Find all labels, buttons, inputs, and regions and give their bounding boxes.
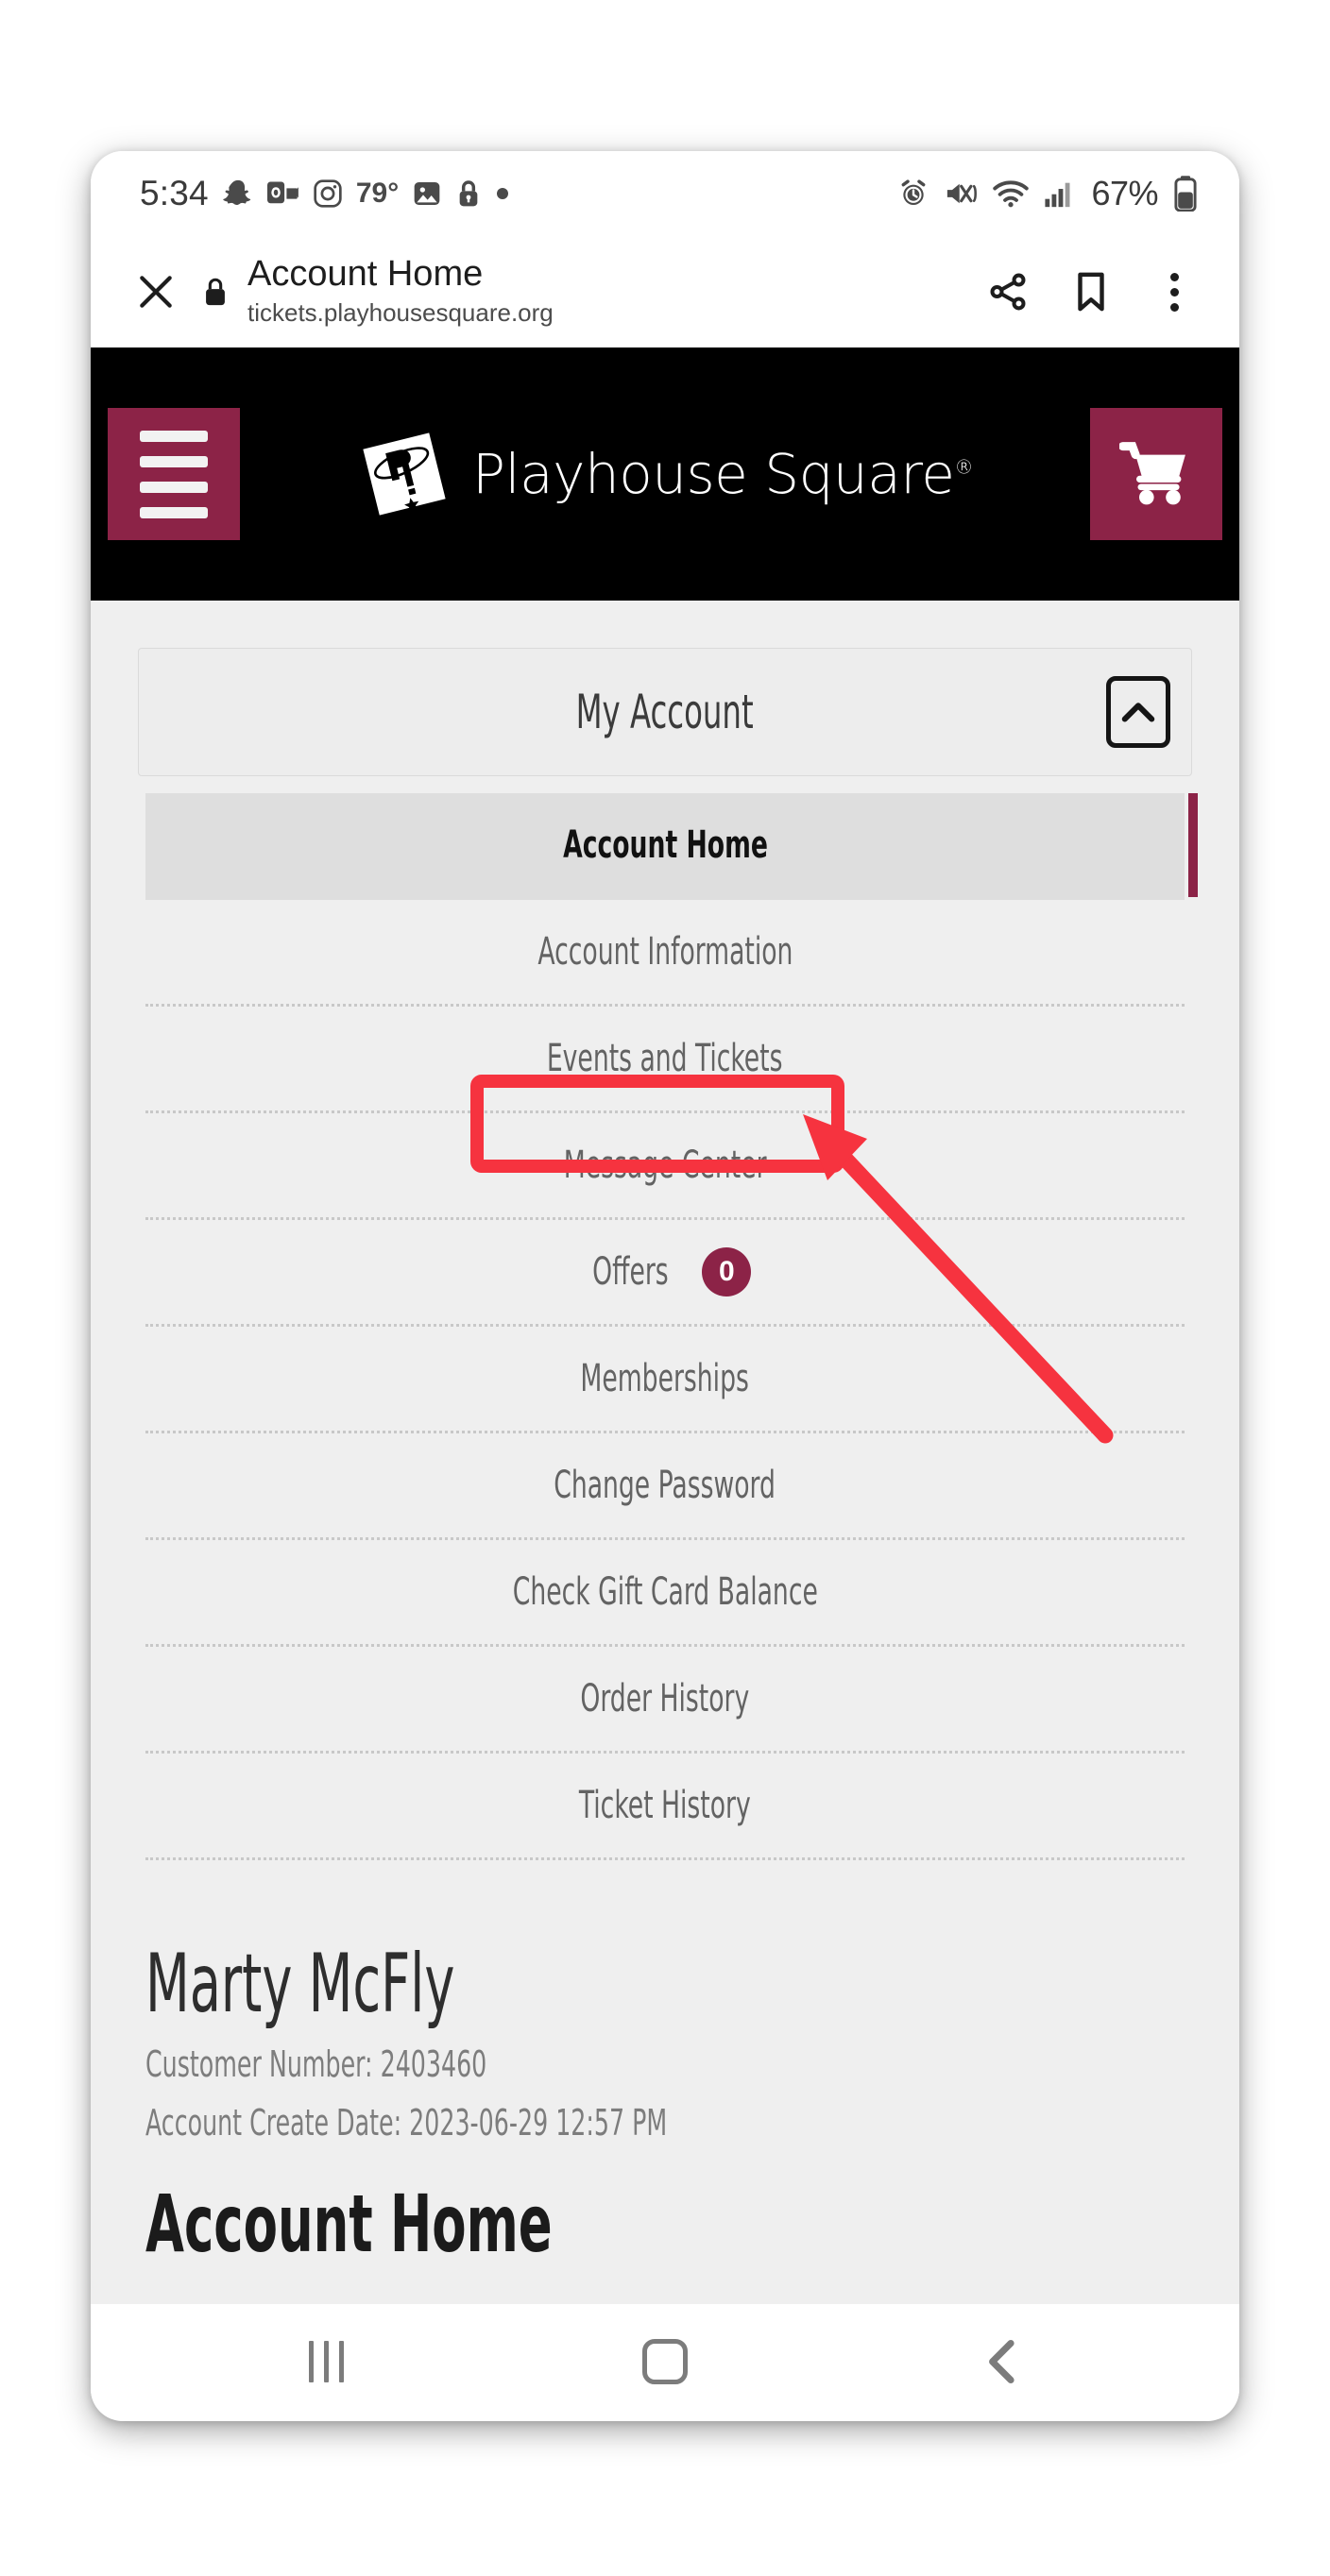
overflow-menu-icon xyxy=(1169,272,1179,312)
share-button[interactable] xyxy=(975,259,1041,325)
offers-count-badge: 0 xyxy=(702,1247,752,1296)
address-bar[interactable]: Account Home tickets.playhousesquare.org xyxy=(238,256,975,328)
my-account-title: My Account xyxy=(575,685,755,739)
screenshot-canvas: 5:34 79° 67% Account Home tickets.playho… xyxy=(0,0,1330,2576)
snapchat-icon xyxy=(222,178,254,210)
menu-item-label: Ticket History xyxy=(579,1784,751,1827)
menu-item-check-gift-card-balance[interactable]: Check Gift Card Balance xyxy=(145,1540,1185,1647)
photos-icon xyxy=(412,178,442,209)
menu-item-label: Check Gift Card Balance xyxy=(512,1570,818,1614)
menu-item-label: Message Center xyxy=(563,1144,767,1187)
brand-logo[interactable]: Playhouse Square® xyxy=(240,427,1090,521)
chevron-up-icon xyxy=(1121,703,1155,722)
menu-item-message-center[interactable]: Message Center xyxy=(145,1113,1185,1220)
menu-item-account-home[interactable]: Account Home xyxy=(145,793,1198,900)
account-create-date: Account Create Date: 2023-06-29 12:57 PM xyxy=(145,2102,668,2144)
page-content: My Account Account Home Account Informat… xyxy=(91,601,1239,2304)
menu-item-events-and-tickets[interactable]: Events and Tickets xyxy=(145,1007,1185,1113)
menu-item-ticket-history[interactable]: Ticket History xyxy=(145,1754,1185,1860)
playhouse-square-mark-icon xyxy=(357,427,452,521)
android-nav-bar xyxy=(91,2304,1239,2419)
alarm-icon xyxy=(898,178,929,209)
menu-item-label: Account Home xyxy=(562,823,768,867)
recents-button[interactable] xyxy=(269,2319,383,2404)
profile-summary: Marty McFly Customer Number: 2403460 Acc… xyxy=(145,1937,1185,2271)
site-header: Playhouse Square® xyxy=(91,347,1239,601)
menu-item-change-password[interactable]: Change Password xyxy=(145,1433,1185,1540)
trademark-symbol: ® xyxy=(954,455,974,479)
menu-item-label: Change Password xyxy=(554,1464,776,1507)
menu-item-offers[interactable]: Offers 0 xyxy=(145,1220,1185,1327)
overflow-menu-button[interactable] xyxy=(1141,259,1207,325)
hamburger-icon xyxy=(140,430,208,518)
account-menu: Account Home Account Information Events … xyxy=(145,793,1198,1860)
customer-number: Customer Number: 2403460 xyxy=(145,2043,487,2086)
lock-icon xyxy=(455,178,482,209)
menu-item-label: Order History xyxy=(580,1677,750,1720)
menu-item-label: Account Information xyxy=(537,930,793,974)
status-bar-right: 67% xyxy=(898,174,1198,213)
status-time: 5:34 xyxy=(140,174,209,212)
wifi-icon xyxy=(993,179,1030,208)
menu-item-label: Events and Tickets xyxy=(547,1037,783,1080)
collapse-toggle-button[interactable] xyxy=(1106,676,1170,748)
home-button[interactable] xyxy=(608,2319,722,2404)
menu-item-memberships[interactable]: Memberships xyxy=(145,1327,1185,1433)
status-bar-left: 5:34 79° xyxy=(140,174,898,213)
browser-toolbar: Account Home tickets.playhousesquare.org xyxy=(91,236,1239,347)
close-button[interactable] xyxy=(119,255,193,329)
status-temperature: 79° xyxy=(355,178,400,209)
back-icon xyxy=(988,2340,1015,2383)
hamburger-menu-button[interactable] xyxy=(108,408,240,540)
menu-item-label: Offers xyxy=(591,1250,669,1294)
battery-icon xyxy=(1173,176,1198,212)
menu-item-label: Memberships xyxy=(580,1357,750,1400)
back-button[interactable] xyxy=(947,2319,1061,2404)
status-bar: 5:34 79° 67% xyxy=(91,151,1239,236)
share-icon xyxy=(990,273,1026,311)
page-url: tickets.playhousesquare.org xyxy=(247,297,554,327)
offers-row: Offers 0 xyxy=(579,1247,752,1296)
menu-item-account-information[interactable]: Account Information xyxy=(145,900,1185,1007)
mute-vibrate-icon xyxy=(944,178,978,209)
signal-icon xyxy=(1044,179,1076,208)
home-icon xyxy=(641,2339,688,2384)
secure-lock-icon xyxy=(193,276,238,308)
recents-icon xyxy=(308,2341,344,2382)
page-title: Account Home xyxy=(247,255,484,294)
outlook-icon xyxy=(266,179,299,208)
menu-item-order-history[interactable]: Order History xyxy=(145,1647,1185,1754)
battery-percent: 67% xyxy=(1091,174,1158,212)
bookmark-icon xyxy=(1078,272,1104,312)
account-home-heading: Account Home xyxy=(145,2178,553,2271)
instagram-icon xyxy=(313,178,343,209)
cart-button[interactable] xyxy=(1090,408,1222,540)
my-account-panel[interactable]: My Account xyxy=(138,648,1192,776)
phone-frame: 5:34 79° 67% Account Home tickets.playho… xyxy=(91,151,1239,2421)
close-icon xyxy=(140,276,172,308)
customer-name: Marty McFly xyxy=(145,1937,455,2031)
shopping-cart-icon xyxy=(1119,442,1185,505)
brand-name: Playhouse Square® xyxy=(472,442,973,506)
toolbar-actions xyxy=(975,259,1207,325)
dot-icon xyxy=(495,186,510,201)
bookmark-button[interactable] xyxy=(1058,259,1124,325)
